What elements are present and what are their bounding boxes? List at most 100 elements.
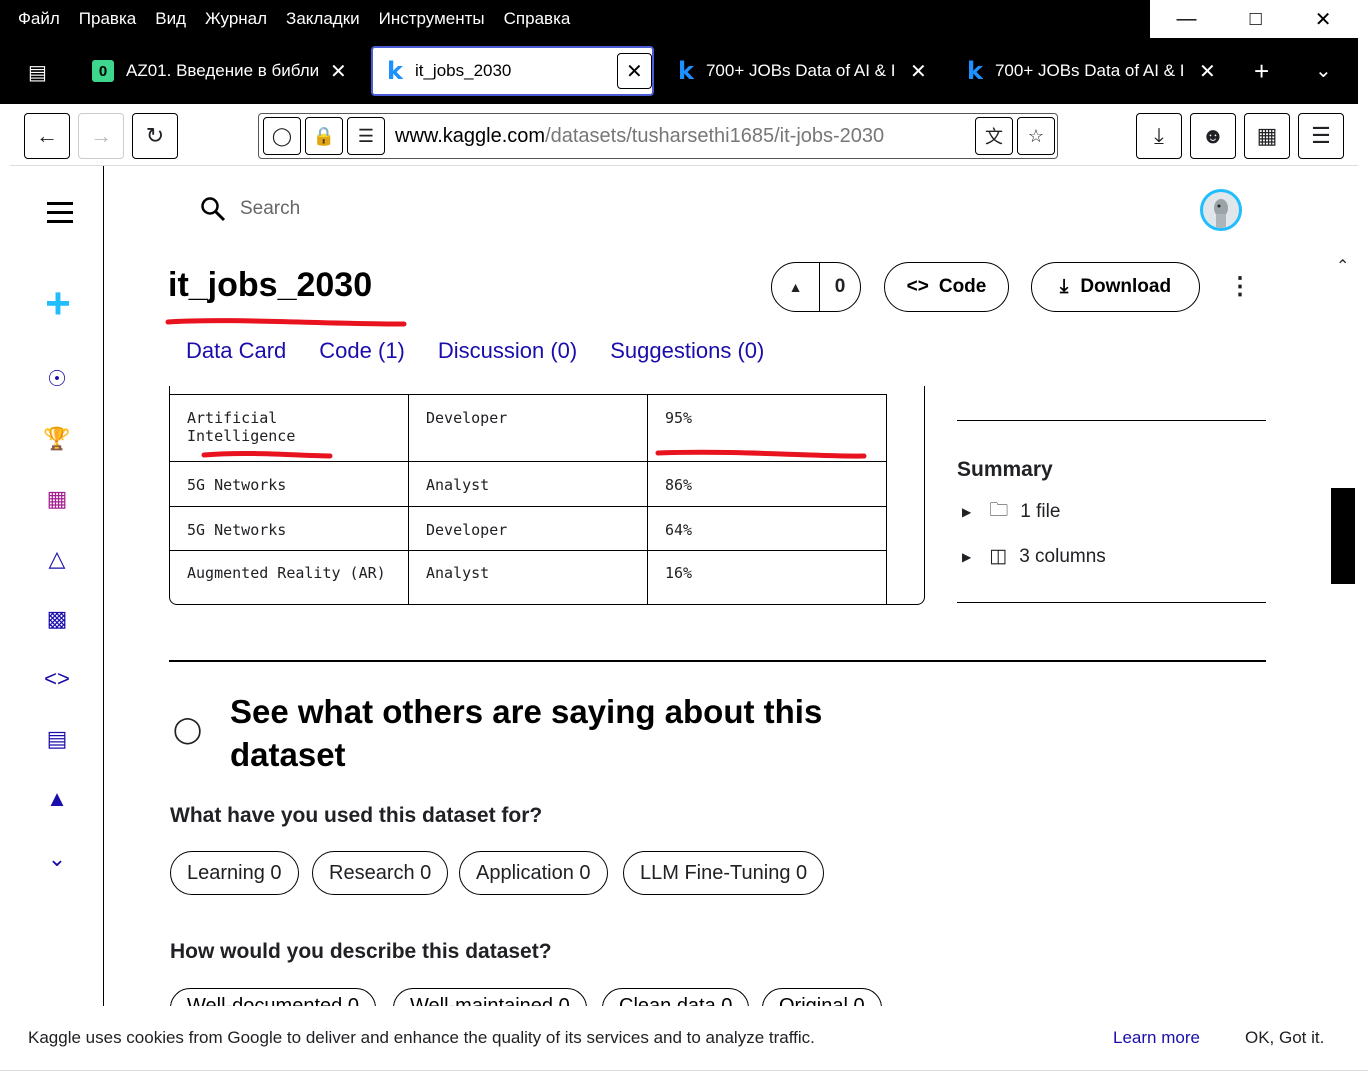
table-cell: 16%: [647, 550, 887, 604]
tab-overview-icon[interactable]: ▤: [28, 60, 47, 85]
data-preview-table: Artificial Intelligence Developer 95% 5G…: [169, 386, 925, 605]
describe-question: How would you describe this dataset?: [170, 940, 552, 963]
summary-files-label: 1 file: [1020, 501, 1061, 522]
table-cell: Developer: [408, 394, 648, 462]
expand-triangle-icon: ▶: [962, 505, 972, 519]
tab-code[interactable]: Code (1): [319, 338, 405, 364]
tab-title: AZ01. Введение в библи: [126, 61, 320, 80]
close-tab-icon[interactable]: ✕: [910, 59, 927, 84]
page-scroll-thumb[interactable]: [1331, 488, 1355, 584]
app-menu-button[interactable]: ☰: [1298, 113, 1344, 159]
tab-title: 700+ JOBs Data of AI & I: [705, 61, 896, 80]
chip-well-maintained[interactable]: Well-maintained 0: [393, 988, 587, 1006]
compass-icon[interactable]: ☉: [42, 364, 72, 394]
account-button[interactable]: ☻: [1190, 113, 1236, 159]
maximize-icon[interactable]: □: [1250, 8, 1262, 31]
dataset-tabs: Data Card Code (1) Discussion (0) Sugges…: [186, 338, 797, 364]
cookie-banner: Kaggle uses cookies from Google to deliv…: [10, 1006, 1358, 1070]
menu-history[interactable]: Журнал: [205, 9, 267, 29]
table-cell: Augmented Reality (AR): [170, 550, 409, 604]
navigation-toolbar: ← → ↻ ◯ 🔒 ☰ www.kaggle.com/datasets/tush…: [10, 104, 1358, 166]
page-title: it_jobs_2030: [168, 266, 373, 304]
minimize-icon[interactable]: —: [1177, 8, 1197, 31]
sidebar-menu-icon[interactable]: [47, 202, 73, 229]
chip-research[interactable]: Research 0: [312, 851, 449, 895]
tab-suggestions[interactable]: Suggestions (0): [610, 338, 764, 364]
close-window-icon[interactable]: ✕: [1315, 7, 1332, 32]
hamburger-menu-icon: ☰: [1311, 123, 1331, 148]
menu-tools[interactable]: Инструменты: [379, 9, 485, 29]
chip-clean-data[interactable]: Clean data 0: [602, 988, 750, 1006]
menu-bookmarks[interactable]: Закладки: [286, 9, 360, 29]
tab-discussion[interactable]: Discussion (0): [438, 338, 577, 364]
table-row: Artificial Intelligence Developer 95%: [170, 394, 887, 462]
learn-icon[interactable]: ▲: [42, 784, 72, 814]
permissions-icon[interactable]: ☰: [347, 117, 385, 155]
create-plus-icon[interactable]: +: [40, 279, 76, 328]
summary-columns-row[interactable]: ▶ ◫ 3 columns: [962, 545, 1106, 568]
trophy-icon[interactable]: 🏆: [42, 424, 72, 454]
table-row: 5G Networks Analyst 86%: [170, 461, 887, 507]
menu-edit[interactable]: Правка: [79, 9, 136, 29]
left-sidebar: + ☉ 🏆 ▦ △ ▩ <> ▤ ▲ ⌄: [10, 166, 104, 1006]
chip-llm-fine-tuning[interactable]: LLM Fine-Tuning 0: [623, 851, 825, 895]
chip-well-documented[interactable]: Well-documented 0: [170, 988, 376, 1006]
download-button[interactable]: ⤓ Download: [1031, 262, 1200, 312]
benchmarks-icon[interactable]: ▩: [42, 604, 72, 634]
browser-tab-3[interactable]: k 700+ JOBs Data of AI & I ✕: [664, 46, 934, 96]
cookie-ok-button[interactable]: OK, Got it.: [1245, 1028, 1324, 1048]
translate-icon[interactable]: 文: [975, 117, 1013, 155]
kaggle-favicon-icon: k: [967, 57, 983, 85]
puzzle-icon: ▦: [1256, 123, 1278, 148]
upvote-button[interactable]: ▲ 0: [771, 262, 861, 312]
menu-file[interactable]: Файл: [18, 9, 60, 29]
scroll-up-icon[interactable]: ⌃: [1336, 256, 1349, 276]
back-arrow-icon: ←: [36, 123, 58, 148]
close-tab-icon[interactable]: ✕: [330, 59, 347, 84]
tab-data-card[interactable]: Data Card: [186, 338, 286, 364]
downloads-button[interactable]: ⤓: [1136, 113, 1182, 159]
forward-button[interactable]: →: [78, 113, 124, 159]
avatar[interactable]: [1200, 189, 1242, 231]
menu-bar: Файл Правка Вид Журнал Закладки Инструме…: [0, 0, 1150, 38]
menu-help[interactable]: Справка: [504, 9, 571, 29]
table-cell: Artificial Intelligence: [170, 394, 409, 462]
browser-tab-1[interactable]: 0 AZ01. Введение в библи ✕: [88, 46, 358, 96]
upvote-arrow-icon[interactable]: ▲: [772, 263, 820, 311]
table-cell: 95%: [647, 394, 887, 462]
new-tab-icon[interactable]: +: [1254, 56, 1269, 87]
code-button-label: Code: [938, 276, 987, 297]
reload-button[interactable]: ↻: [132, 113, 178, 159]
address-bar[interactable]: ◯ 🔒 ☰ www.kaggle.com/datasets/tusharseth…: [258, 113, 1058, 159]
datasets-table-icon[interactable]: ▦: [42, 484, 72, 514]
chip-application[interactable]: Application 0: [459, 851, 608, 895]
summary-files-row[interactable]: ▶ 🗀 1 file: [962, 496, 1060, 528]
code-button[interactable]: <> Code: [884, 262, 1009, 312]
community-heading: See what others are saying about this da…: [230, 693, 823, 773]
lock-icon[interactable]: 🔒: [305, 117, 343, 155]
kaggle-page: + ☉ 🏆 ▦ △ ▩ <> ▤ ▲ ⌄ Search ⌃ it_jobs_20…: [10, 166, 1358, 1006]
folder-icon: 🗀: [989, 500, 1009, 521]
more-options-icon[interactable]: ⋮: [1228, 272, 1252, 301]
table-cell: Analyst: [408, 550, 648, 604]
back-button[interactable]: ←: [24, 113, 70, 159]
close-tab-icon[interactable]: ✕: [616, 53, 652, 89]
learn-more-link[interactable]: Learn more: [1113, 1028, 1200, 1048]
chip-original[interactable]: Original 0: [762, 988, 882, 1006]
discussion-icon[interactable]: ▤: [42, 724, 72, 754]
tab-list-icon[interactable]: ⌄: [1315, 58, 1332, 83]
bookmark-star-icon[interactable]: ☆: [1017, 117, 1055, 155]
browser-tab-2[interactable]: k it_jobs_2030 ✕: [371, 46, 654, 96]
chip-learning[interactable]: Learning 0: [170, 851, 299, 895]
data-table: Artificial Intelligence Developer 95% 5G…: [170, 394, 887, 604]
extensions-button[interactable]: ▦: [1244, 113, 1290, 159]
shield-icon[interactable]: ◯: [263, 117, 301, 155]
more-chevron-icon[interactable]: ⌄: [42, 844, 72, 874]
models-icon[interactable]: △: [42, 544, 72, 574]
site-search[interactable]: Search: [200, 196, 300, 222]
browser-tab-4[interactable]: k 700+ JOBs Data of AI & I ✕: [953, 46, 1223, 96]
menu-view[interactable]: Вид: [155, 9, 186, 29]
close-tab-icon[interactable]: ✕: [1199, 59, 1216, 84]
code-icon[interactable]: <>: [42, 664, 72, 694]
url-text[interactable]: www.kaggle.com/datasets/tusharsethi1685/…: [395, 125, 884, 148]
